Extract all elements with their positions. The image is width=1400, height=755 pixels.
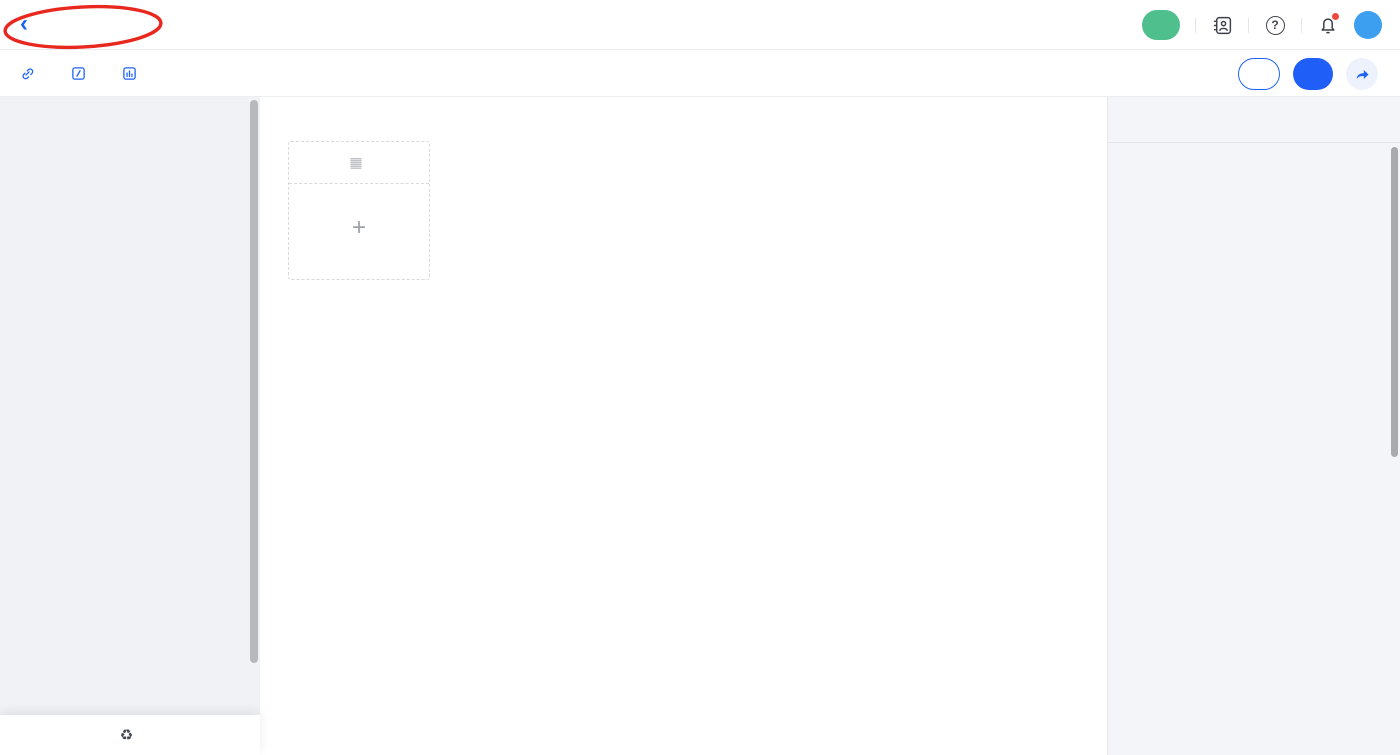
data-manage-button[interactable] <box>1142 10 1180 40</box>
notification-dot <box>1332 13 1339 20</box>
notification-bell-icon[interactable] <box>1317 14 1339 36</box>
field-recycle-bin-button[interactable]: ♻ <box>0 715 260 755</box>
backend-script-button[interactable] <box>71 66 92 81</box>
data-permission-icon <box>122 66 137 81</box>
app-header: ‹ ? <box>0 0 1400 50</box>
divider <box>1195 18 1196 33</box>
share-button[interactable] <box>1346 58 1378 90</box>
external-link-icon <box>20 66 35 81</box>
scan-upload-button[interactable]: ▦ <box>289 142 429 184</box>
preview-button[interactable] <box>1238 58 1280 90</box>
back-icon[interactable]: ‹ <box>20 12 28 36</box>
help-icon[interactable]: ? <box>1264 14 1286 36</box>
qr-code-icon: ▦ <box>349 154 362 171</box>
field-palette-sidebar <box>0 97 260 755</box>
plus-icon: + <box>352 216 366 240</box>
image-upload-widget: ▦ + <box>288 141 430 280</box>
save-button[interactable] <box>1293 58 1333 90</box>
address-book-icon[interactable] <box>1211 14 1233 36</box>
backend-script-icon <box>71 66 86 81</box>
recycle-icon: ♻ <box>120 726 133 744</box>
divider <box>1248 18 1249 33</box>
form-toolbar <box>0 50 1400 97</box>
toolbar-links <box>20 50 143 97</box>
external-link-button[interactable] <box>20 66 41 81</box>
data-permission-button[interactable] <box>122 66 143 81</box>
form-grid: ▦ + <box>260 97 1107 280</box>
panel-scrollbar[interactable] <box>1391 147 1398 457</box>
form-design-canvas[interactable]: ▦ + <box>260 97 1107 755</box>
share-arrow-icon <box>1353 65 1371 83</box>
field-image[interactable]: ▦ + <box>288 132 472 280</box>
properties-panel <box>1107 97 1400 755</box>
divider <box>1301 18 1302 33</box>
panel-tabs <box>1108 97 1400 143</box>
sidebar-scrollbar[interactable] <box>250 100 258 663</box>
click-upload-area[interactable]: + <box>289 184 429 279</box>
avatar[interactable] <box>1354 11 1382 39</box>
